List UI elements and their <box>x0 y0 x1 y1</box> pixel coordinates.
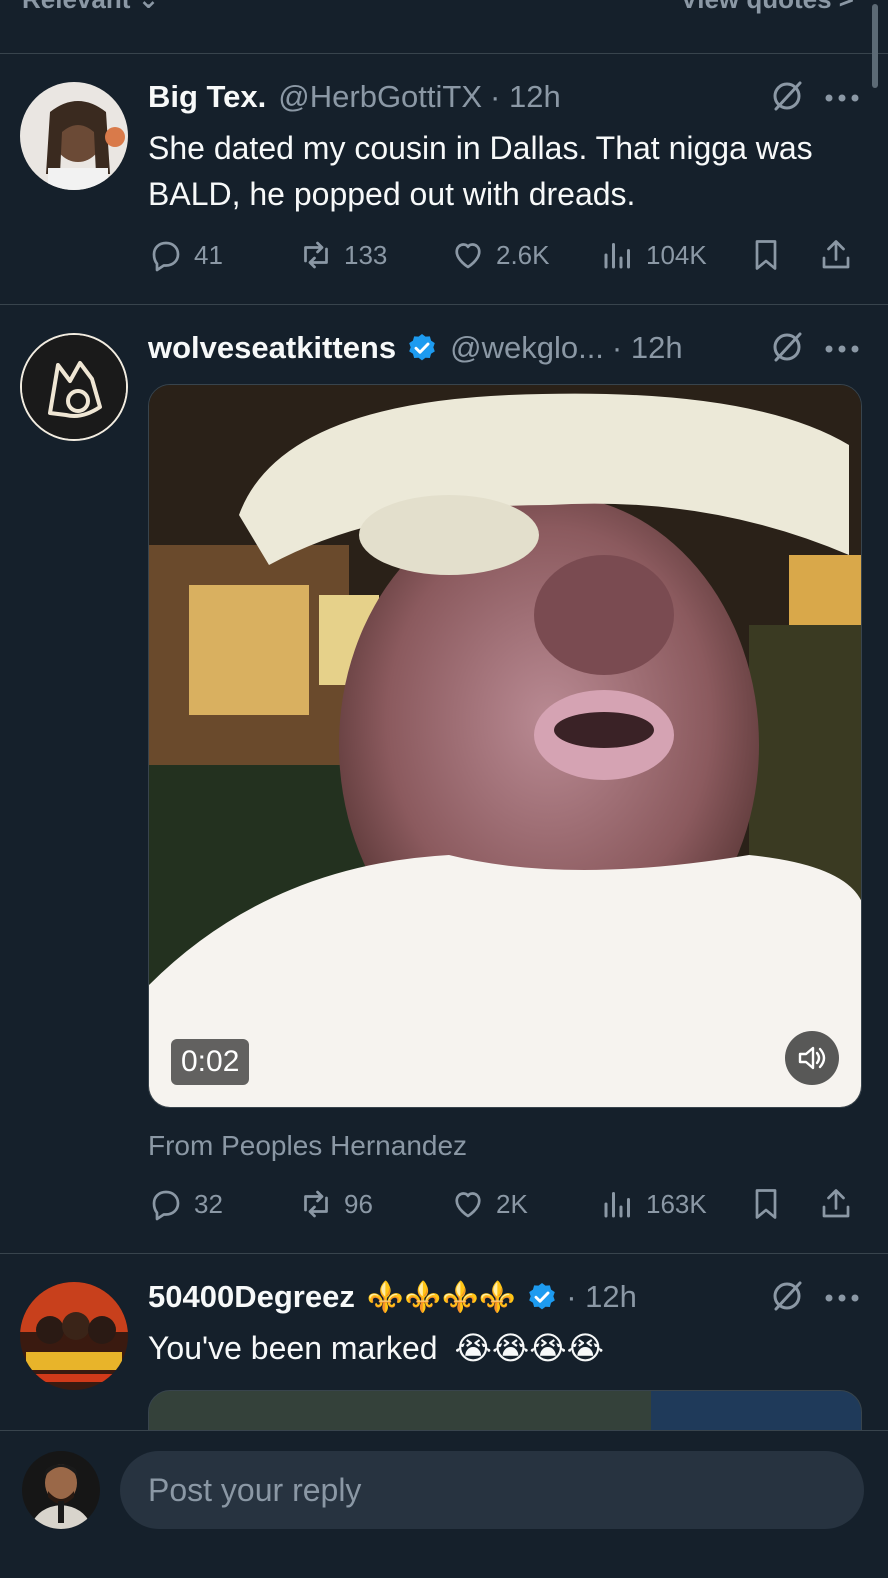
grok-icon[interactable] <box>770 79 804 113</box>
share-icon <box>822 240 850 269</box>
tweet-50400degreez[interactable]: 50400Degreez ⚜️⚜️⚜️⚜️ · 12h You've been … <box>0 1255 888 1430</box>
view-count: 163K <box>646 1188 707 1219</box>
more-options-icon[interactable] <box>824 1293 860 1303</box>
verified-badge-icon[interactable] <box>406 332 438 364</box>
grok-icon[interactable] <box>770 330 804 364</box>
like-button[interactable]: 2.6K <box>450 235 550 275</box>
views-icon <box>604 1192 630 1218</box>
like-count: 2K <box>496 1188 528 1219</box>
like-count: 2.6K <box>496 239 550 270</box>
grok-icon[interactable] <box>770 1279 804 1313</box>
reply-icon <box>152 241 180 272</box>
repost-count: 96 <box>344 1188 373 1219</box>
view-quotes-link[interactable]: View quotes > <box>680 0 854 15</box>
repost-button[interactable]: 133 <box>298 235 387 275</box>
bookmark-icon <box>755 1189 777 1219</box>
media-preview-panel <box>651 1391 861 1430</box>
reply-button[interactable]: 41 <box>148 235 223 275</box>
display-name[interactable]: Big Tex. <box>148 79 266 115</box>
tweet-herbgottitx[interactable]: Big Tex. @HerbGottiTX · 12h She dated my… <box>0 55 888 305</box>
reply-composer <box>0 1430 888 1578</box>
tweet-actions: 32 96 2K 163K <box>148 1184 864 1224</box>
handle[interactable]: @wekglo... <box>450 330 604 366</box>
display-name[interactable]: wolveseatkittens <box>148 330 396 366</box>
reply-input[interactable] <box>120 1451 864 1529</box>
tweet-text-body: You've been marked <box>148 1330 438 1366</box>
views-button[interactable]: 163K <box>600 1184 707 1224</box>
verified-badge-icon[interactable] <box>526 1281 558 1313</box>
tweet-text: She dated my cousin in Dallas. That nigg… <box>148 130 813 212</box>
tweet-text: You've been marked 😭😭😭😭 <box>148 1325 848 1371</box>
repost-count: 133 <box>344 239 388 270</box>
like-button[interactable]: 2K <box>450 1184 528 1224</box>
more-options-icon[interactable] <box>824 93 860 103</box>
views-button[interactable]: 104K <box>600 235 707 275</box>
tweet-actions: 41 133 2.6K 104K <box>148 235 864 275</box>
video-source-attribution[interactable]: From Peoples Hernandez <box>148 1130 467 1162</box>
share-icon <box>822 1189 850 1218</box>
tweet-wolveseatkittens[interactable]: wolveseatkittens @wekglo... · 12h 0:02 F… <box>0 306 888 1254</box>
timestamp[interactable]: · 12h <box>566 1279 637 1315</box>
bookmark-button[interactable] <box>748 1184 784 1224</box>
video-player[interactable]: 0:02 <box>148 384 862 1108</box>
speaker-icon <box>798 1046 826 1070</box>
timestamp[interactable]: · 12h <box>612 330 683 366</box>
repost-icon <box>304 241 328 269</box>
avatar[interactable] <box>20 333 128 441</box>
avatar[interactable] <box>20 1282 128 1390</box>
media-preview[interactable] <box>148 1390 862 1430</box>
share-button[interactable] <box>818 235 854 275</box>
reply-count: 32 <box>194 1188 223 1219</box>
display-name[interactable]: 50400Degreez <box>148 1279 355 1315</box>
video-duration: 0:02 <box>171 1039 250 1085</box>
tweet-text-emojis: 😭😭😭😭 <box>454 1330 605 1366</box>
heart-icon <box>455 1192 481 1218</box>
repost-button[interactable]: 96 <box>298 1184 373 1224</box>
more-options-icon[interactable] <box>824 344 860 354</box>
reply-sort-bar: Relevant ⌄ View quotes > <box>0 0 888 54</box>
bookmark-button[interactable] <box>748 235 784 275</box>
bookmark-icon <box>755 240 777 270</box>
timestamp[interactable]: · 12h <box>490 79 561 115</box>
volume-button[interactable] <box>785 1031 839 1085</box>
avatar[interactable] <box>20 82 128 190</box>
views-icon <box>604 243 630 269</box>
view-count: 104K <box>646 239 707 270</box>
share-button[interactable] <box>818 1184 854 1224</box>
sort-relevant-button[interactable]: Relevant ⌄ <box>22 0 159 15</box>
heart-icon <box>455 243 481 269</box>
repost-icon <box>304 1190 328 1218</box>
name-emojis: ⚜️⚜️⚜️⚜️ <box>366 1280 517 1314</box>
handle[interactable]: @HerbGottiTX <box>278 79 482 115</box>
current-user-avatar[interactable] <box>22 1451 100 1529</box>
reply-button[interactable]: 32 <box>148 1184 223 1224</box>
reply-count: 41 <box>194 239 223 270</box>
reply-icon <box>152 1190 180 1221</box>
video-frame <box>149 385 861 1107</box>
